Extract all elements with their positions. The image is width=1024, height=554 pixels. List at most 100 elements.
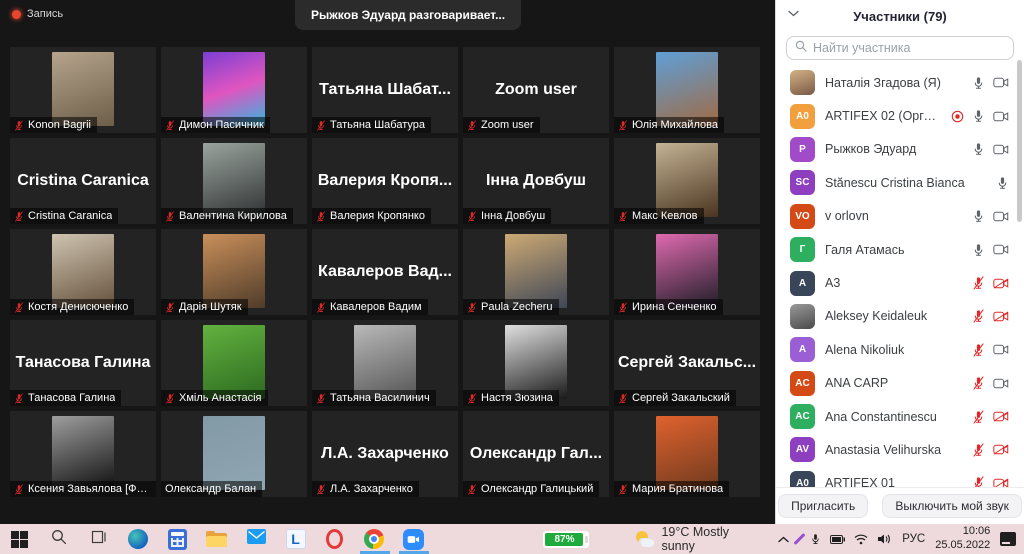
action-center-icon[interactable] bbox=[1000, 532, 1016, 546]
video-tile[interactable]: Татьяна Василинич bbox=[312, 320, 458, 406]
opera-icon bbox=[326, 529, 343, 549]
participant-row[interactable]: Aleksey Keidaleuk bbox=[776, 300, 1019, 333]
video-tile[interactable]: Олександр Гал... Олександр Галицький bbox=[463, 411, 609, 497]
video-tile[interactable]: Валерия Кропя... Валерия Кропянко bbox=[312, 138, 458, 224]
participant-row[interactable]: PРыжков Эдуард bbox=[776, 133, 1019, 166]
weather-widget[interactable]: 19°C Mostly sunny bbox=[635, 525, 764, 553]
avatar-initials: Г bbox=[790, 237, 815, 262]
participant-row[interactable]: Наталія Згадова (Я) bbox=[776, 66, 1019, 99]
speaker-icon[interactable] bbox=[877, 533, 891, 545]
participant-name: Cristina Caranica bbox=[28, 210, 112, 222]
mic-on-icon bbox=[996, 176, 1009, 190]
tile-name-label: Ксения Завьялова [ФПБ... bbox=[10, 481, 156, 497]
video-tile[interactable]: Zoom user Zoom user bbox=[463, 47, 609, 133]
active-speaker-toast: Рыжков Эдуард разговаривает... bbox=[295, 0, 521, 30]
participant-row[interactable]: AVAnastasia Velihurska bbox=[776, 433, 1019, 466]
participant-row[interactable]: ACANA CARP bbox=[776, 367, 1019, 400]
video-tile[interactable]: Ирина Сенченко bbox=[614, 229, 760, 315]
avatar-image bbox=[656, 143, 718, 217]
participant-name: Paula Zecheru bbox=[481, 301, 553, 313]
calculator-button[interactable] bbox=[158, 524, 197, 554]
video-tile[interactable]: Інна Довбуш Інна Довбуш bbox=[463, 138, 609, 224]
video-tile[interactable]: Настя Зюзина bbox=[463, 320, 609, 406]
avatar-image bbox=[52, 416, 114, 490]
participant-row[interactable]: ACAna Constantinescu bbox=[776, 400, 1019, 433]
avatar-initials: A0 bbox=[790, 104, 815, 129]
chevron-down-icon[interactable] bbox=[788, 10, 799, 17]
video-tile[interactable]: Костя Денисюченко bbox=[10, 229, 156, 315]
task-view-button[interactable] bbox=[79, 524, 118, 554]
video-tile[interactable]: Paula Zecheru bbox=[463, 229, 609, 315]
video-tile[interactable]: Мария Братинова bbox=[614, 411, 760, 497]
battery-widget[interactable]: 87% bbox=[543, 531, 588, 548]
participant-row[interactable]: A0ARTIFEX 02 (Организатор) bbox=[776, 99, 1019, 132]
partly-sunny-icon bbox=[635, 530, 655, 548]
video-tile[interactable]: Хміль Анастасія bbox=[161, 320, 307, 406]
mail-button[interactable] bbox=[236, 524, 275, 554]
avatar-image bbox=[656, 52, 718, 126]
taskbar-search-button[interactable] bbox=[39, 524, 78, 554]
taskbar-clock[interactable]: 10:06 25.05.2022 bbox=[935, 525, 990, 553]
camera-on-icon bbox=[993, 344, 1009, 355]
video-tile[interactable]: Cristina Caranica Cristina Caranica bbox=[10, 138, 156, 224]
language-indicator[interactable]: РУС bbox=[900, 533, 927, 545]
mic-off-icon bbox=[316, 120, 326, 131]
participant-status-icons bbox=[972, 142, 1009, 156]
search-input[interactable] bbox=[813, 41, 1005, 55]
battery-percent-text: 87% bbox=[554, 534, 574, 545]
tile-name-label: Інна Довбуш bbox=[463, 208, 551, 224]
video-tile[interactable]: Димон Пасичник bbox=[161, 47, 307, 133]
participant-status-icons bbox=[972, 376, 1009, 390]
participant-row[interactable]: AAlena Nikoliuk bbox=[776, 333, 1019, 366]
tile-name-label: Настя Зюзина bbox=[463, 390, 559, 406]
avatar-initials: AC bbox=[790, 404, 815, 429]
mic-off-icon bbox=[316, 484, 326, 495]
participant-row[interactable]: SCStănescu Cristina Bianca bbox=[776, 166, 1019, 199]
video-tile[interactable]: Л.А. Захарченко Л.А. Захарченко bbox=[312, 411, 458, 497]
avatar-initials: AC bbox=[790, 371, 815, 396]
panel-scrollbar[interactable] bbox=[1017, 60, 1022, 222]
video-tile[interactable]: Олександр Балан bbox=[161, 411, 307, 497]
participant-search[interactable] bbox=[786, 36, 1014, 60]
edge-browser-button[interactable] bbox=[118, 524, 157, 554]
video-tile[interactable]: Татьяна Шабат... Татьяна Шабатура bbox=[312, 47, 458, 133]
video-tile[interactable]: Ксения Завьялова [ФПБ... bbox=[10, 411, 156, 497]
participants-title: Участники (79) bbox=[853, 9, 947, 24]
battery-nub bbox=[585, 536, 588, 543]
microphone-tray-icon[interactable] bbox=[810, 533, 821, 545]
participant-name: Anastasia Velihurska bbox=[825, 443, 962, 457]
zoom-app-button[interactable] bbox=[394, 524, 433, 554]
video-tile[interactable]: Танасова Галина Танасова Галина bbox=[10, 320, 156, 406]
wifi-icon[interactable] bbox=[854, 534, 868, 545]
battery-tray-icon[interactable] bbox=[830, 535, 845, 544]
camera-on-icon bbox=[993, 144, 1009, 155]
video-tile[interactable]: Дарія Шутяк bbox=[161, 229, 307, 315]
video-tile[interactable]: Сергей Закальс... Сергей Закальский bbox=[614, 320, 760, 406]
participant-name: Інна Довбуш bbox=[481, 210, 545, 222]
avatar-image bbox=[354, 325, 416, 399]
camera-off-icon bbox=[993, 311, 1009, 322]
video-tile[interactable]: Валентина Кирилова bbox=[161, 138, 307, 224]
video-tile[interactable]: Юлія Михайлова bbox=[614, 47, 760, 133]
participant-row[interactable]: VOv orlovn bbox=[776, 200, 1019, 233]
l-app-button[interactable]: L bbox=[276, 524, 315, 554]
start-button[interactable] bbox=[0, 524, 39, 554]
tile-name-label: Валерия Кропянко bbox=[312, 208, 431, 224]
participant-status-icons bbox=[972, 243, 1009, 257]
tray-expand-button[interactable] bbox=[778, 536, 789, 543]
video-tile[interactable]: Макс Кевлов bbox=[614, 138, 760, 224]
participant-row[interactable]: ГГаля Атамась bbox=[776, 233, 1019, 266]
video-tile[interactable]: Konon Bagrii bbox=[10, 47, 156, 133]
participant-row[interactable]: AA3 bbox=[776, 266, 1019, 299]
mute-my-audio-button[interactable]: Выключить мой звук bbox=[882, 494, 1022, 518]
file-explorer-button[interactable] bbox=[197, 524, 236, 554]
tile-name-label: Олександр Балан bbox=[161, 481, 262, 497]
video-tile[interactable]: Кавалеров Вад... Кавалеров Вадим bbox=[312, 229, 458, 315]
pen-icon[interactable] bbox=[798, 532, 801, 546]
chrome-button[interactable] bbox=[355, 524, 394, 554]
opera-button[interactable] bbox=[315, 524, 354, 554]
mic-off-icon bbox=[316, 393, 326, 404]
windows-logo-icon bbox=[11, 531, 28, 548]
zoom-app-icon bbox=[403, 529, 424, 550]
invite-button[interactable]: Пригласить bbox=[778, 494, 868, 518]
